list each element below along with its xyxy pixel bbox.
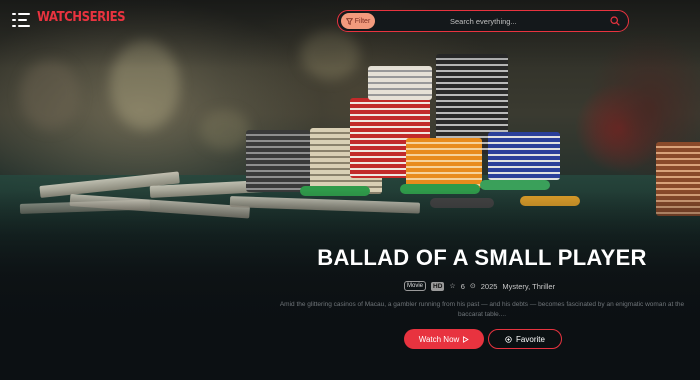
favorite-button[interactable]: Favorite bbox=[488, 329, 562, 349]
genres: Mystery, Thriller bbox=[502, 281, 556, 291]
favorite-label: Favorite bbox=[516, 334, 545, 344]
watch-now-button[interactable]: Watch Now bbox=[404, 329, 484, 349]
search-icon[interactable] bbox=[610, 16, 620, 26]
featured-description: Amid the glittering casinos of Macau, a … bbox=[279, 301, 685, 318]
search-input[interactable] bbox=[450, 14, 610, 29]
add-circle-icon bbox=[505, 335, 512, 343]
filter-button[interactable]: Filter bbox=[341, 13, 375, 29]
featured-meta: Movie HD ☆ 6 ⊙ 2025 Mystery, Thriller bbox=[404, 281, 555, 291]
featured-title: BALLAD OF A SMALL PLAYER bbox=[317, 245, 647, 270]
release-year: 2025 bbox=[480, 281, 498, 291]
star-icon: ☆ bbox=[449, 283, 456, 290]
calendar-icon: ⊙ bbox=[469, 283, 476, 290]
filter-label: Filter bbox=[354, 17, 371, 25]
play-icon bbox=[463, 335, 470, 343]
site-logo[interactable]: WATCHSERIES bbox=[37, 10, 126, 25]
filter-icon bbox=[345, 17, 353, 25]
menu-icon[interactable] bbox=[12, 13, 30, 27]
search-bar: Filter bbox=[337, 10, 629, 32]
watch-now-label: Watch Now bbox=[418, 334, 460, 344]
hero-backdrop bbox=[0, 0, 700, 380]
rating-value: 6 bbox=[460, 281, 465, 291]
quality-badge: HD bbox=[431, 281, 445, 291]
type-badge: Movie bbox=[404, 281, 427, 291]
